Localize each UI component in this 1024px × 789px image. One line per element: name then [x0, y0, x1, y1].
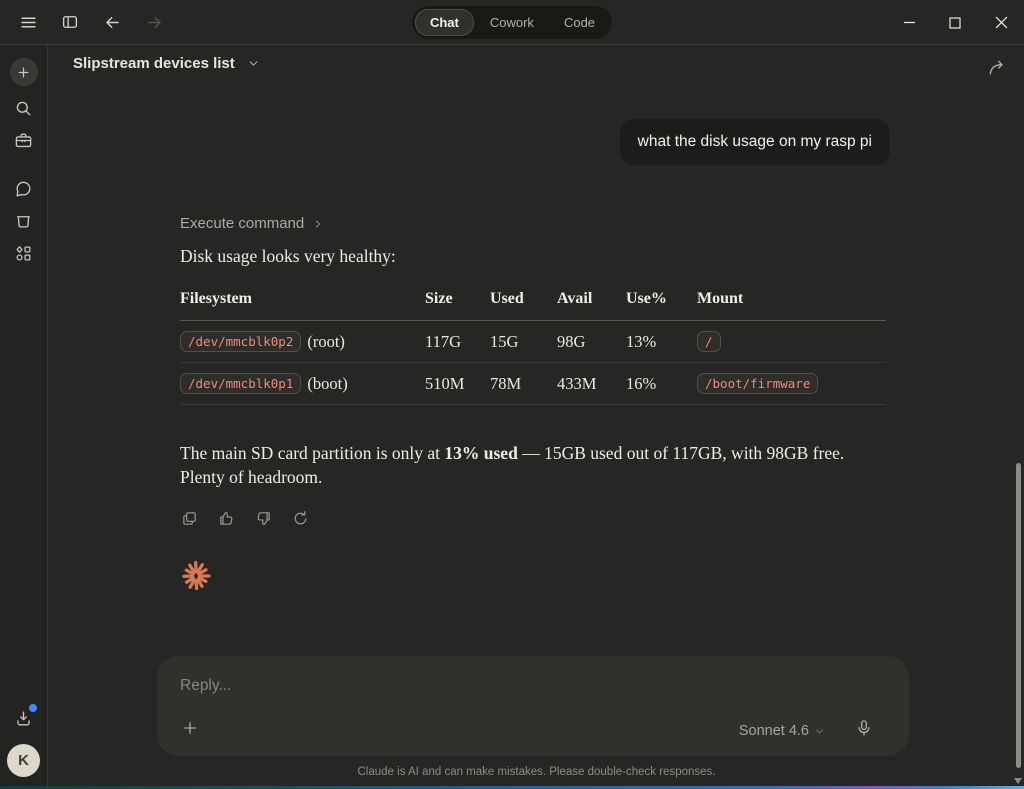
chevron-right-icon [312, 218, 324, 230]
col-mount: Mount [697, 286, 886, 321]
share-icon[interactable] [987, 58, 1007, 78]
maximize-button[interactable] [932, 0, 978, 45]
summary-bold: 13% used [444, 443, 517, 463]
tool-call-toggle[interactable]: Execute command [180, 215, 324, 232]
filesystem-code: /dev/mmcblk0p1 [180, 373, 301, 394]
mode-tab-group: Chat Cowork Code [412, 6, 612, 39]
tab-cowork[interactable]: Cowork [476, 9, 548, 36]
disk-usage-table: Filesystem Size Used Avail Use% Mount /d… [180, 286, 886, 405]
thumbs-down-icon[interactable] [251, 506, 275, 530]
avail-cell: 98G [557, 321, 626, 363]
minimize-button[interactable] [886, 0, 932, 45]
mount-code: /boot/firmware [697, 373, 818, 394]
claude-spark-icon [177, 557, 215, 595]
ai-disclaimer: Claude is AI and can make mistakes. Plea… [49, 766, 1024, 778]
forward-arrow-icon[interactable] [140, 8, 168, 36]
toolbox-icon[interactable] [8, 124, 40, 156]
notification-dot [29, 704, 37, 712]
tab-code[interactable]: Code [550, 9, 609, 36]
table-row: /dev/mmcblk0p1 (boot) 510M 78M 433M 16% /… [180, 363, 886, 405]
scrollbar-down-arrow[interactable] [1014, 778, 1022, 784]
assistant-summary-text: The main SD card partition is only at 13… [180, 441, 886, 489]
scrollbar-thumb[interactable] [1016, 463, 1021, 768]
used-cell: 78M [490, 363, 557, 405]
sidebar: K [0, 46, 48, 789]
summary-prefix: The main SD card partition is only at [180, 443, 444, 463]
avail-cell: 433M [557, 363, 626, 405]
chats-icon[interactable] [8, 173, 40, 205]
table-header-row: Filesystem Size Used Avail Use% Mount [180, 286, 886, 321]
model-selector[interactable]: Sonnet 4.6 [739, 723, 825, 739]
reply-composer[interactable]: Reply... Sonnet 4.6 [157, 656, 909, 756]
filesystem-note: (root) [307, 332, 345, 351]
message-actions [177, 506, 312, 530]
filesystem-code: /dev/mmcblk0p2 [180, 331, 301, 352]
main-content: Slipstream devices list what the disk us… [49, 46, 1024, 789]
chat-column: what the disk usage on my rasp pi Execut… [157, 46, 909, 789]
thumbs-up-icon[interactable] [214, 506, 238, 530]
filesystem-note: (boot) [307, 374, 347, 393]
col-avail: Avail [557, 286, 626, 321]
connectors-icon[interactable] [8, 237, 40, 269]
size-cell: 117G [425, 321, 490, 363]
col-filesystem: Filesystem [180, 286, 425, 321]
col-size: Size [425, 286, 490, 321]
reply-input[interactable]: Reply... [180, 677, 886, 695]
table-row: /dev/mmcblk0p2 (root) 117G 15G 98G 13% / [180, 321, 886, 363]
title-bar: Chat Cowork Code [0, 0, 1024, 45]
used-cell: 15G [490, 321, 557, 363]
retry-icon[interactable] [288, 506, 312, 530]
tab-chat[interactable]: Chat [415, 9, 474, 36]
back-arrow-icon[interactable] [98, 8, 126, 36]
mount-code: / [697, 331, 721, 352]
model-name: Sonnet 4.6 [739, 723, 809, 739]
download-update-icon[interactable] [8, 702, 40, 734]
search-icon[interactable] [8, 92, 40, 124]
attach-plus-icon[interactable] [175, 713, 205, 743]
new-chat-button[interactable] [10, 58, 38, 86]
size-cell: 510M [425, 363, 490, 405]
avatar[interactable]: K [7, 744, 40, 777]
tool-call-label: Execute command [180, 215, 304, 232]
use-pct-cell: 16% [626, 363, 697, 405]
chevron-down-icon [814, 726, 825, 737]
sidebar-toggle-icon[interactable] [56, 8, 84, 36]
col-use-pct: Use% [626, 286, 697, 321]
copy-icon[interactable] [177, 506, 201, 530]
hamburger-menu-icon[interactable] [14, 8, 42, 36]
user-message-bubble: what the disk usage on my rasp pi [620, 119, 890, 165]
use-pct-cell: 13% [626, 321, 697, 363]
close-button[interactable] [978, 0, 1024, 45]
projects-icon[interactable] [8, 205, 40, 237]
microphone-icon[interactable] [849, 713, 879, 743]
assistant-intro-text: Disk usage looks very healthy: [180, 246, 396, 267]
col-used: Used [490, 286, 557, 321]
